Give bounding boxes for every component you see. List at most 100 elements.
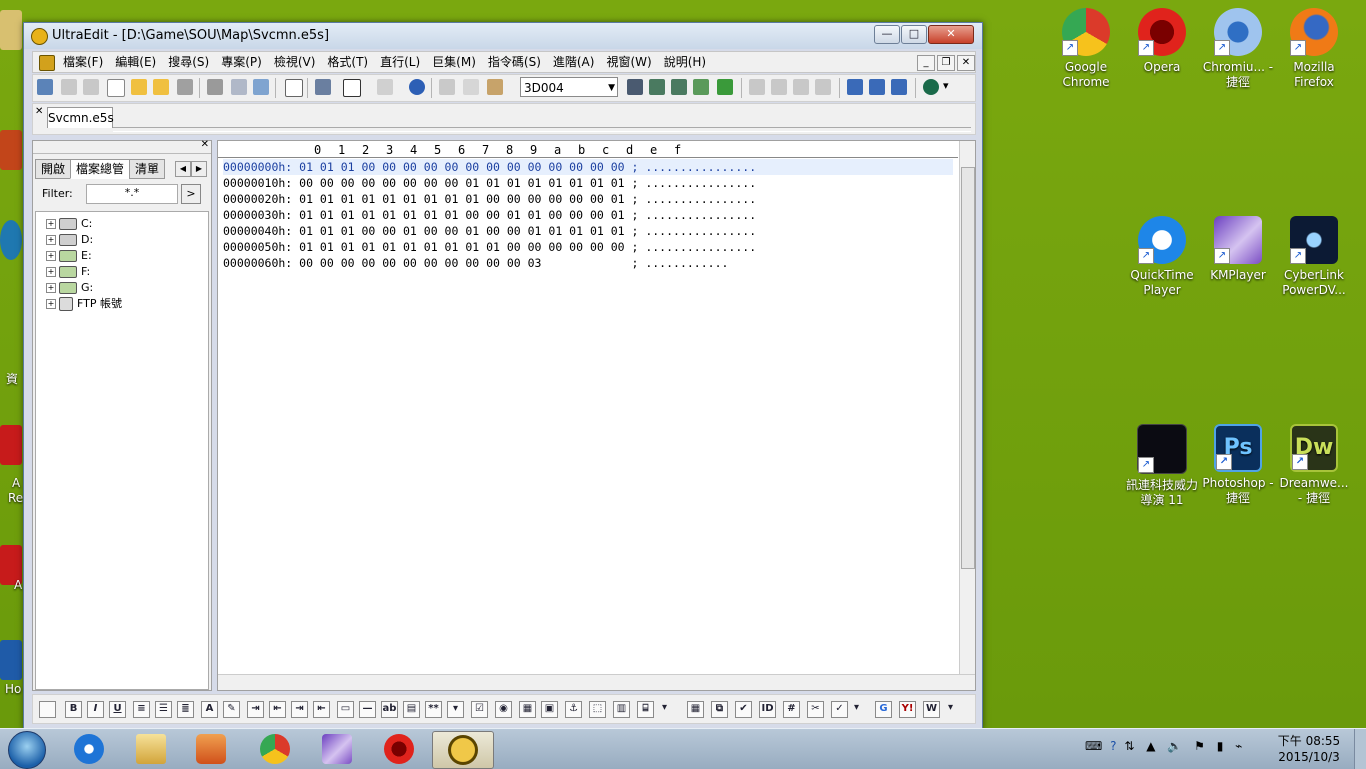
toolbar-overflow-icon[interactable]: ▾ [849,701,864,716]
menu-script[interactable]: 指令碼(S) [482,52,547,72]
anchor-icon[interactable]: ⚓ [565,701,582,718]
scrollbar-thumb[interactable] [961,167,975,569]
hex-row[interactable]: 00000060h: 00 00 00 00 00 00 00 00 00 00… [223,255,953,271]
underline-icon[interactable]: U [109,701,126,718]
desktop-icon-quicktime[interactable]: ↗ QuickTime Player [1124,216,1200,298]
tree-item-drive-d[interactable]: + D: [46,232,93,248]
menu-file[interactable]: 檔案(F) [57,52,109,72]
hex-row[interactable]: 00000020h: 01 01 01 01 01 01 01 01 01 00… [223,191,953,207]
toolbar-overflow-icon[interactable]: ▾ [943,701,958,716]
validate-icon[interactable]: ✔ [735,701,752,718]
volume-icon[interactable]: 🔈 [1167,739,1182,753]
minimize-button[interactable]: — [874,25,900,44]
flag-icon[interactable]: ⚑ [1194,739,1205,753]
vertical-scrollbar[interactable] [959,141,975,674]
hex-mode-icon[interactable] [343,79,361,97]
bold-icon[interactable]: B [65,701,82,718]
hex-row[interactable]: 00000030h: 01 01 01 01 01 01 01 01 00 00… [223,207,953,223]
tab-open[interactable]: 開啟 [35,159,72,179]
replace-icon[interactable] [693,79,709,95]
start-button[interactable] [8,731,46,769]
radio-icon[interactable]: ◉ [495,701,512,718]
copy-table-icon[interactable]: ⧉ [711,701,728,718]
filter-apply-button[interactable]: > [181,184,201,204]
ultraedit-app-icon[interactable] [31,28,48,45]
new-file-icon[interactable] [107,79,125,97]
menu-view[interactable]: 檢視(V) [268,52,322,72]
spell-check-icon[interactable] [253,79,269,95]
taskbar-chrome[interactable] [248,731,302,767]
tree-item-drive-f[interactable]: + F: [46,264,90,280]
taskbar-ultraedit[interactable] [432,731,494,769]
cut-icon[interactable] [439,79,455,95]
taskbar-explorer[interactable] [124,731,178,767]
tag-icon[interactable]: ⌸ [637,701,654,718]
arrow-left-icon[interactable] [61,79,77,95]
web-browser-icon[interactable] [409,79,425,95]
find-in-files-icon[interactable] [717,79,733,95]
table-icon[interactable]: ▦ [687,701,704,718]
horizontal-scrollbar[interactable] [218,674,975,690]
copy-icon[interactable] [463,79,479,95]
word-wrap-icon[interactable] [315,79,331,95]
select-icon[interactable]: ⬚ [589,701,606,718]
partial-desktop-icon[interactable] [0,425,22,465]
toolbar-overflow-icon[interactable]: ▾ [657,701,672,716]
help-icon[interactable]: ? [1110,739,1116,753]
numbered-list-icon[interactable]: ≣ [177,701,194,718]
partial-desktop-icon[interactable] [0,10,22,50]
taskbar-kmplayer[interactable] [310,731,364,767]
expand-icon[interactable]: + [46,299,56,309]
menu-window[interactable]: 視窗(W) [600,52,657,72]
indent-less-icon[interactable]: ⇤ [313,701,330,718]
language-icon[interactable]: ⇅ [1124,739,1134,753]
expand-icon[interactable]: + [46,283,56,293]
globe-icon[interactable] [923,79,939,95]
tab-list[interactable]: 清單 [129,159,166,179]
partial-desktop-icon[interactable] [0,130,22,170]
expand-icon[interactable]: + [46,251,56,261]
hex-row[interactable]: 00000000h: 01 01 01 00 00 00 00 00 00 00… [223,159,953,175]
close-button[interactable]: ✕ [928,25,974,44]
desktop-icon-firefox[interactable]: ↗ Mozilla Firefox [1276,8,1352,90]
show-desktop-button[interactable] [1354,729,1366,769]
menu-edit[interactable]: 編輯(E) [109,52,162,72]
filter-input[interactable]: *.* [86,184,178,204]
taskbar-media-player[interactable] [184,731,238,767]
password-field-icon[interactable]: ** [425,701,442,718]
dropdown-field-icon[interactable]: ▾ [447,701,464,718]
checkbox-icon[interactable]: ☑ [471,701,488,718]
hex-row[interactable]: 00000040h: 01 01 01 00 00 01 00 00 01 00… [223,223,953,239]
document-menu-icon[interactable] [39,55,55,71]
network-icon[interactable]: ▮ [1217,739,1224,753]
save-icon[interactable] [177,79,193,95]
id-icon[interactable]: ID [759,701,776,718]
desktop-icon-powerdirector[interactable]: ↗ 訊連科技威力導演 11 [1124,424,1200,508]
maximize-button[interactable]: □ [901,25,927,44]
counter-icon[interactable]: # [783,701,800,718]
clock[interactable]: 下午 08:55 2015/10/3 [1276,733,1342,765]
print-icon[interactable] [207,79,223,95]
tab-explorer[interactable]: 檔案總管 [70,159,131,179]
doc-minimize-button[interactable]: _ [917,55,935,71]
table-cell-icon[interactable]: ▥ [613,701,630,718]
toolbar-overflow-icon[interactable]: ▾ [943,79,951,95]
font-icon[interactable]: A [201,701,218,718]
text-field-icon[interactable]: ab [381,701,398,718]
menu-format[interactable]: 格式(T) [321,52,374,72]
open-folder-alt-icon[interactable] [153,79,169,95]
align-right-icon[interactable] [793,79,809,95]
panel-close-icon[interactable]: ✕ [201,139,209,150]
align-left-icon[interactable] [749,79,765,95]
tree-item-drive-e[interactable]: + E: [46,248,92,264]
paste-icon[interactable] [487,79,503,95]
google-search-icon[interactable]: G [875,701,892,718]
hex-row[interactable]: 00000050h: 01 01 01 01 01 01 01 01 01 01… [223,239,953,255]
indent-icon[interactable]: ⇥ [247,701,264,718]
back-icon[interactable] [37,79,53,95]
menu-project[interactable]: 專案(P) [215,52,268,72]
cascade-icon[interactable] [891,79,907,95]
show-hidden-icons[interactable]: ▲ [1146,739,1155,753]
power-icon[interactable]: ⌁ [1235,739,1242,753]
tab-svcmn[interactable]: Svcmn.e5s [47,107,114,128]
